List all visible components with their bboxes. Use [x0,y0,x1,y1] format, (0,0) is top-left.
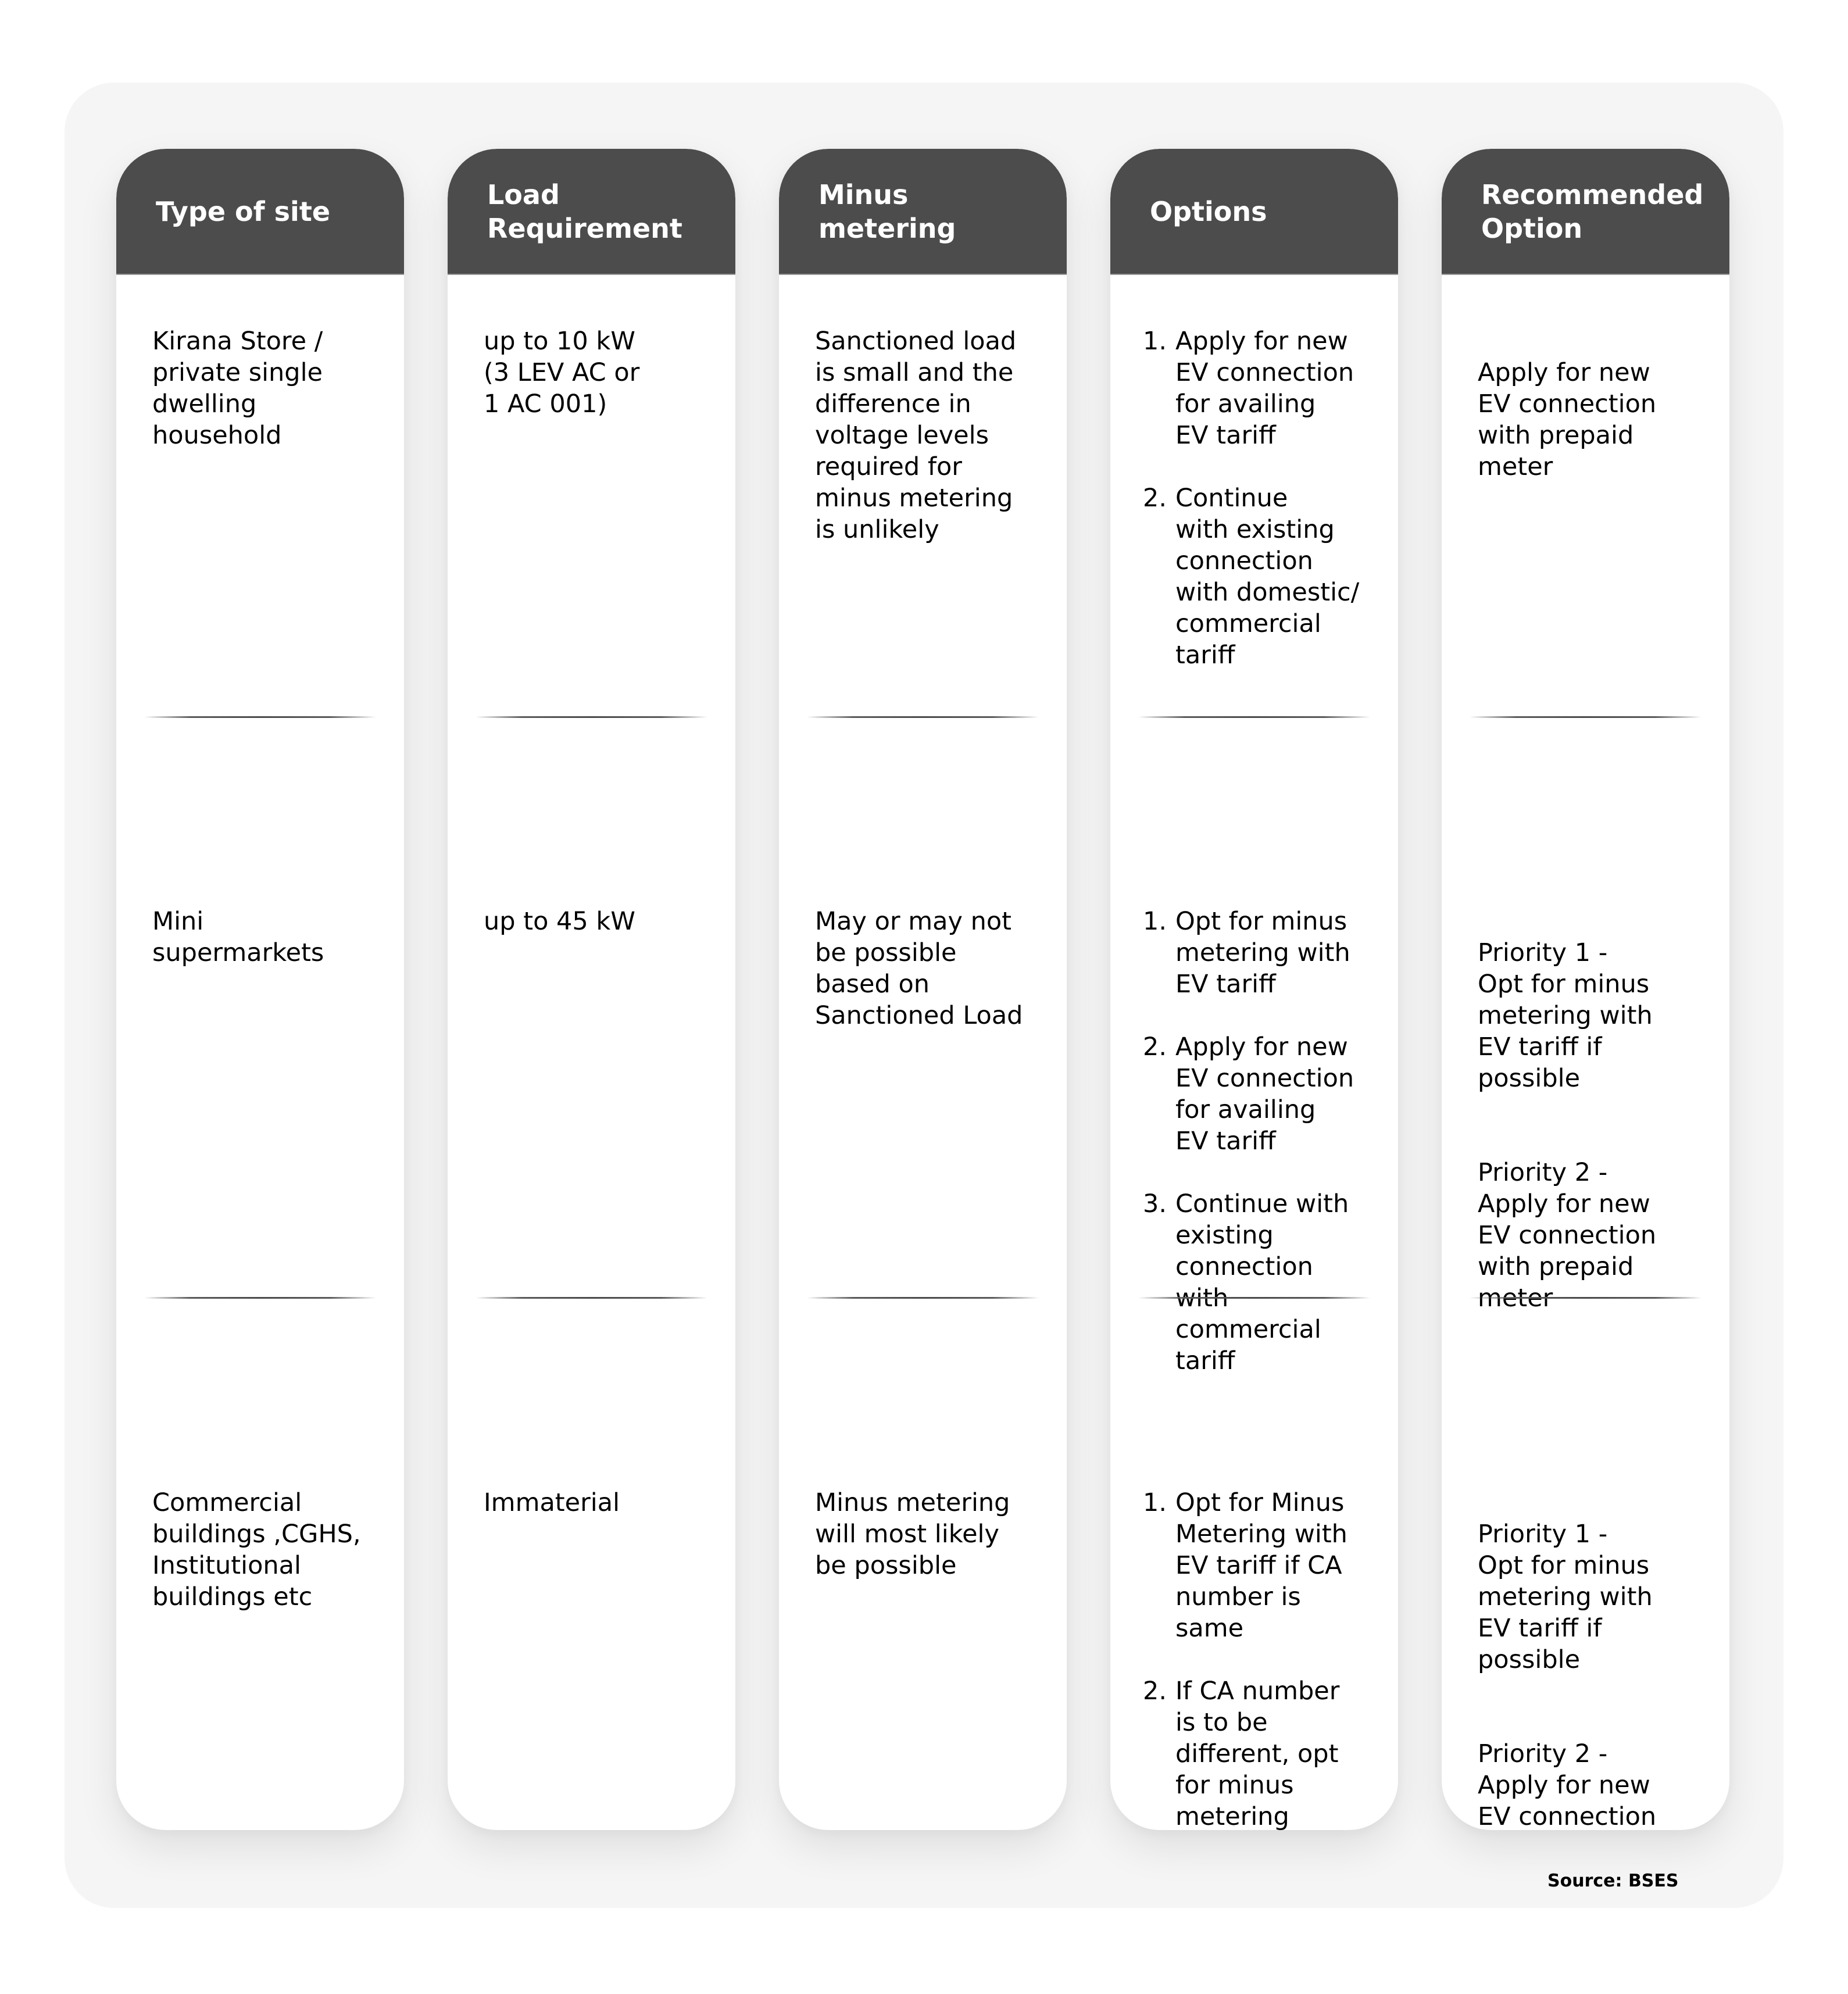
column-header-label: Minus metering [818,178,956,244]
row-divider [1470,716,1702,718]
option-number: 3. [1143,1189,1167,1218]
recommendation-text: Priority 2 - Apply for new EV connection… [1478,1739,1657,1830]
minus-metering-text: Sanctioned load is small and the differe… [815,327,1017,544]
minus-metering-text: Minus metering will most likely be possi… [815,1488,1010,1580]
row-divider [144,1297,376,1299]
recommendation-block: Apply for new EV connection with prepaid… [1442,326,1729,514]
option-item: 1. Opt for minus metering with EV tariff [1143,906,1386,1000]
table-cell: 1. Opt for minus metering with EV tariff… [1110,906,1398,1377]
table-cell: Minus metering will most likely be possi… [779,1487,1067,1581]
load-requirement-text: Immaterial [484,1488,620,1517]
option-item: 2. If CA number is to be different, opt … [1143,1675,1386,1830]
row-divider [476,716,707,718]
option-number: 1. [1143,907,1167,936]
column-header: Minus metering [779,149,1067,275]
table-cell: Commercial buildings ,CGHS, Institutiona… [116,1487,404,1613]
options-list: 1. Apply for new EV connection for avail… [1110,326,1398,671]
row-divider [476,1297,707,1299]
option-text: Apply for new EV connection for availing… [1175,1032,1354,1156]
option-text: Continue with existing connection with d… [1175,484,1360,670]
option-number: 1. [1143,327,1167,356]
table-cell: 1. Opt for Minus Metering with EV tariff… [1110,1487,1398,1830]
recommendation-block: Priority 1 - Opt for minus metering with… [1442,906,1729,1345]
option-number: 2. [1143,1677,1167,1706]
option-number: 2. [1143,1032,1167,1062]
table-cell: up to 45 kW [448,906,735,937]
row-divider [144,716,376,718]
source-caption: Source: BSES [1547,1871,1679,1891]
recommendation-block: Priority 1 - Opt for minus metering with… [1442,1487,1729,1830]
recommendation-text: Priority 1 - Opt for minus metering with… [1478,1520,1653,1674]
column-header: Load Requirement [448,149,735,275]
recommendation-text: Apply for new EV connection with prepaid… [1478,358,1657,481]
option-item: 3. Continue with existing connection wit… [1143,1188,1386,1377]
column-header: Type of site [116,149,404,275]
column-type-of-site: Type of site Kirana Store / private sing… [116,149,404,1830]
table-cell: Priority 1 - Opt for minus metering with… [1442,906,1729,1345]
option-number: 2. [1143,484,1167,513]
table-cell: Kirana Store / private single dwelling h… [116,326,404,451]
table-cell: Sanctioned load is small and the differe… [779,326,1067,545]
option-text: Apply for new EV connection for availing… [1175,327,1354,450]
table-cell: up to 10 kW (3 LEV AC or 1 AC 001) [448,326,735,420]
table-cell: May or may not be possible based on Sanc… [779,906,1067,1031]
site-type-text: Mini supermarkets [152,907,324,967]
option-item: 2. Apply for new EV connection for avail… [1143,1031,1386,1157]
column-header-label: Load Requirement [487,178,682,244]
load-requirement-text: up to 10 kW (3 LEV AC or 1 AC 001) [484,327,640,419]
option-text: Continue with existing connection with c… [1175,1189,1349,1375]
options-list: 1. Opt for Minus Metering with EV tariff… [1110,1487,1398,1830]
recommendation-text: Priority 1 - Opt for minus metering with… [1478,938,1653,1093]
option-text: Opt for minus metering with EV tariff [1175,907,1350,999]
column-header-label: Options [1150,195,1267,227]
column-recommended-option: Recommended Option Apply for new EV conn… [1442,149,1729,1830]
row-divider [807,716,1039,718]
option-number: 1. [1143,1488,1167,1517]
table-cell: Apply for new EV connection with prepaid… [1442,326,1729,514]
column-header: Options [1110,149,1398,275]
load-requirement-text: up to 45 kW [484,907,635,936]
option-item: 1. Apply for new EV connection for avail… [1143,326,1386,451]
column-load-requirement: Load Requirement up to 10 kW (3 LEV AC o… [448,149,735,1830]
table-cell: Mini supermarkets [116,906,404,969]
option-item: 2. Continue with existing connection wit… [1143,483,1386,671]
column-minus-metering: Minus metering Sanctioned load is small … [779,149,1067,1830]
options-list: 1. Opt for minus metering with EV tariff… [1110,906,1398,1377]
minus-metering-text: May or may not be possible based on Sanc… [815,907,1023,1030]
column-header-label: Recommended Option [1481,178,1704,244]
option-text: Opt for Minus Metering with EV tariff if… [1175,1488,1347,1643]
row-divider [807,1297,1039,1299]
option-item: 1. Opt for Minus Metering with EV tariff… [1143,1487,1386,1644]
recommendation-text: Priority 2 - Apply for new EV connection… [1478,1158,1657,1313]
table-cell: Priority 1 - Opt for minus metering with… [1442,1487,1729,1830]
column-options: Options 1. Apply for new EV connection f… [1110,149,1398,1830]
table-cell: 1. Apply for new EV connection for avail… [1110,326,1398,671]
table-cell: Immaterial [448,1487,735,1518]
site-type-text: Kirana Store / private single dwelling h… [152,327,323,450]
site-type-text: Commercial buildings ,CGHS, Institutiona… [152,1488,361,1611]
row-divider [1470,1297,1702,1299]
option-text: If CA number is to be different, opt for… [1175,1677,1340,1830]
row-divider [1138,1297,1370,1299]
column-header: Recommended Option [1442,149,1729,275]
row-divider [1138,716,1370,718]
column-header-label: Type of site [156,195,331,227]
